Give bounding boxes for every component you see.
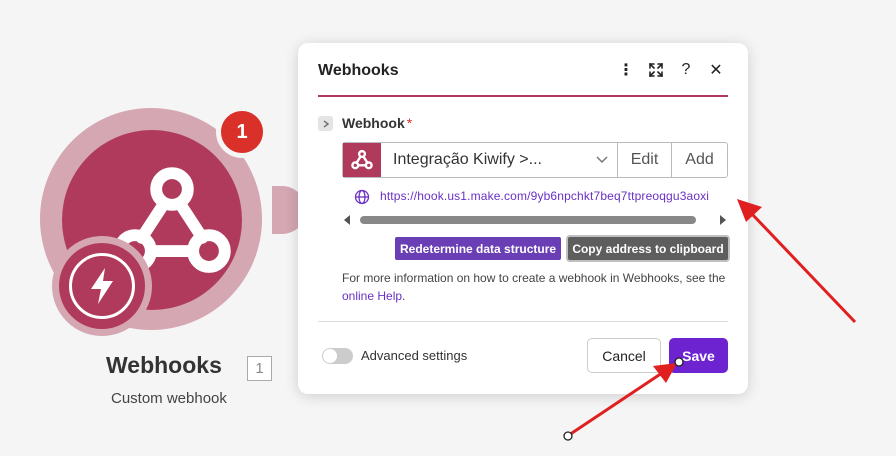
webhook-field-label: Webhook * [342, 115, 412, 131]
webhook-field-label-text: Webhook [342, 115, 405, 131]
operations-count-badge: 1 [216, 106, 268, 158]
add-webhook-button[interactable]: Add [671, 143, 727, 177]
annotation-arrow-to-url [737, 199, 857, 324]
module-subtitle: Custom webhook [111, 390, 227, 407]
module-title: Webhooks [106, 352, 222, 378]
field-expand-toggle[interactable] [318, 116, 333, 131]
webhook-icon [351, 149, 373, 170]
close-icon[interactable]: ✕ [708, 60, 724, 80]
footer-divider [318, 321, 728, 322]
save-button[interactable]: Save [669, 338, 728, 373]
dialog-title: Webhooks [318, 62, 399, 79]
lightning-icon [91, 268, 113, 304]
scroll-right-arrow-icon[interactable] [720, 215, 726, 225]
toggle-knob [323, 349, 337, 363]
webhook-select-icon [343, 143, 381, 177]
advanced-settings-label: Advanced settings [361, 348, 468, 363]
globe-icon [354, 189, 370, 205]
webhook-select-row: Integração Kiwify >... Edit Add [342, 142, 728, 178]
expand-icon[interactable] [648, 60, 664, 80]
header-divider [318, 95, 728, 97]
scroll-left-arrow-icon[interactable] [344, 215, 350, 225]
cancel-button[interactable]: Cancel [587, 338, 661, 373]
webhook-url[interactable]: https://hook.us1.make.com/9yb6npchkt7beq… [380, 189, 728, 207]
more-vertical-icon[interactable]: ⋮ [618, 60, 634, 80]
instant-trigger-badge [52, 236, 152, 336]
chevron-down-icon[interactable] [587, 143, 617, 177]
help-text: For more information on how to create a … [342, 269, 736, 305]
dialog-header-actions: ⋮ ? ✕ [618, 60, 724, 80]
edit-webhook-button[interactable]: Edit [617, 143, 671, 177]
url-horizontal-scrollbar[interactable] [344, 214, 728, 226]
online-help-link[interactable]: online Help [342, 289, 402, 303]
webhook-select[interactable]: Integração Kiwify >... [381, 143, 587, 177]
help-text-end: . [402, 289, 406, 303]
advanced-settings-toggle[interactable] [322, 348, 353, 364]
help-text-body: For more information on how to create a … [342, 271, 726, 285]
redetermine-data-structure-button[interactable]: Redetermine data structure [395, 237, 562, 260]
chevron-right-icon [323, 119, 329, 128]
webhooks-settings-dialog: Webhooks ⋮ ? ✕ Webhook * Integração Kiwi… [298, 43, 748, 394]
module-id-label: 1 [247, 356, 272, 381]
copy-address-button[interactable]: Copy address to clipboard [568, 237, 728, 260]
scrollbar-thumb[interactable] [360, 216, 696, 224]
required-marker: * [406, 115, 413, 131]
help-icon[interactable]: ? [678, 60, 694, 80]
